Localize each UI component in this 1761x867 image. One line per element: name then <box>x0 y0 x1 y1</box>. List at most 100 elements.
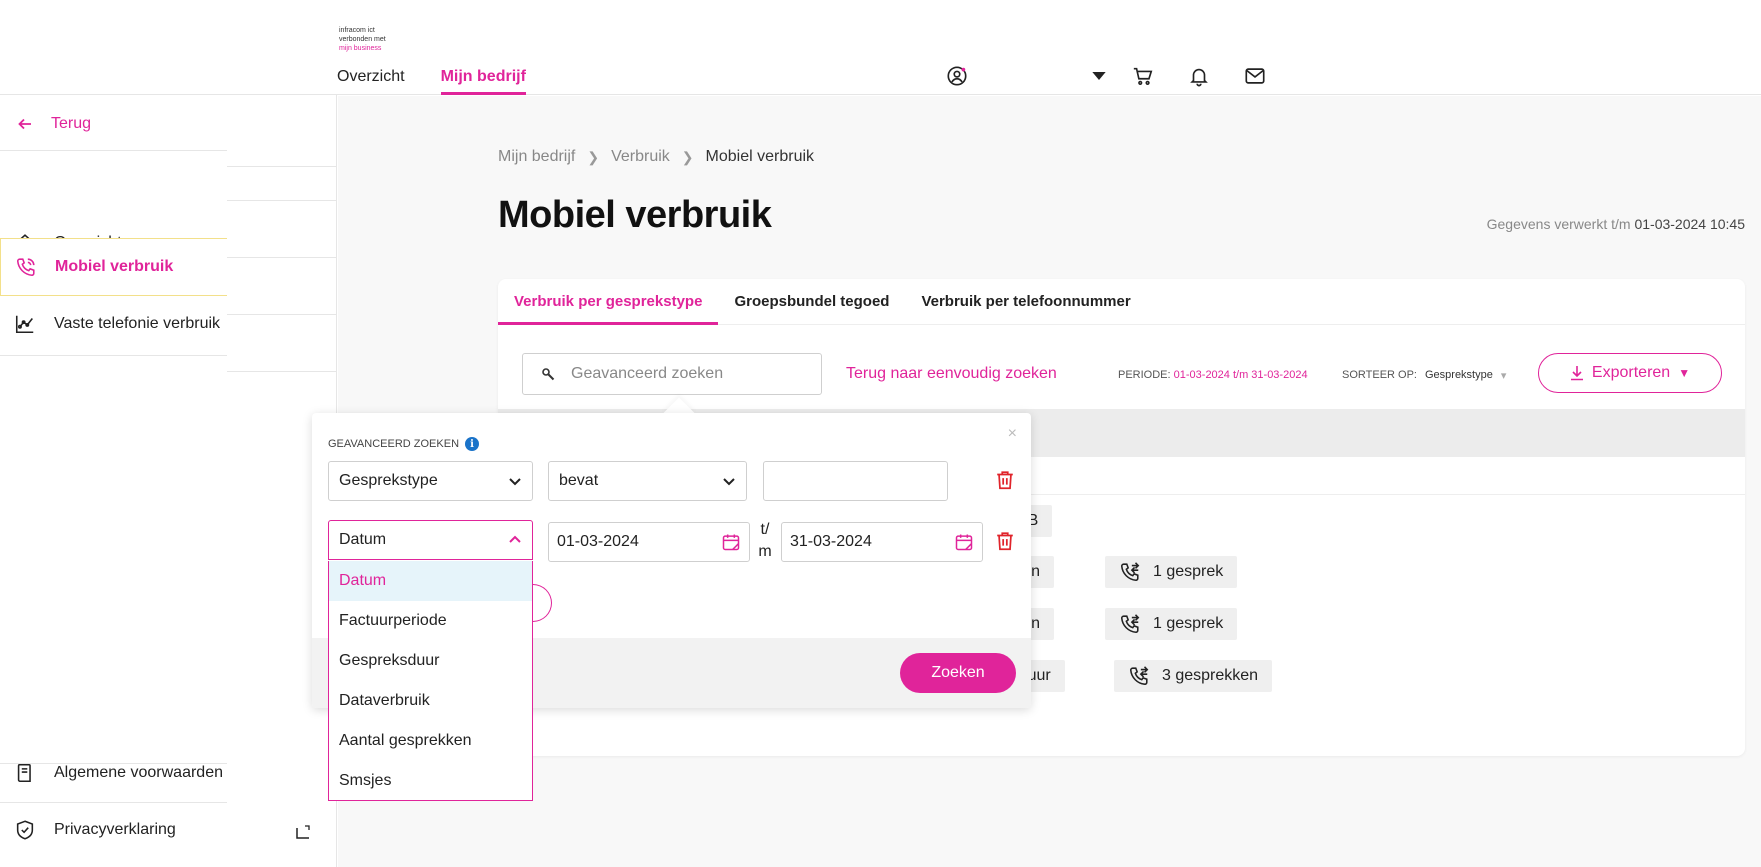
call-transfer-icon <box>1120 614 1140 634</box>
operator-select-value: bevat <box>559 472 599 489</box>
chevron-down-icon <box>723 478 735 486</box>
logo-line: infracom ict <box>339 27 375 34</box>
phone-call-icon <box>16 258 35 277</box>
chevron-down-icon[interactable] <box>1091 64 1107 88</box>
sidebar-item-vaste-telefonie[interactable]: Vaste telefonie verbruik <box>0 296 227 352</box>
user-account-icon[interactable] <box>943 64 971 88</box>
sidebar: Terug Overzicht Mobiel verbruik Vaste te… <box>0 95 337 867</box>
value-input[interactable] <box>763 461 948 501</box>
back-label: Terug <box>51 115 92 132</box>
calls-chip: 3 gesprekken <box>1114 660 1273 692</box>
trash-icon[interactable] <box>994 469 1016 491</box>
logo-line: mijn business <box>339 45 382 52</box>
nav-mijn-bedrijf[interactable]: Mijn bedrijf <box>440 68 526 95</box>
caret-down-icon: ▼ <box>1678 366 1691 380</box>
calls-chip: 1 gesprek <box>1105 608 1238 640</box>
period-label: PERIODE: <box>1118 369 1171 381</box>
divider <box>0 150 227 151</box>
simple-search-link[interactable]: Terug naar eenvoudig zoeken <box>846 365 1057 383</box>
close-icon[interactable]: × <box>1008 425 1017 443</box>
calendar-icon[interactable] <box>954 532 974 552</box>
divider <box>0 802 227 803</box>
chevron-down-icon <box>509 478 521 486</box>
arrow-left-icon <box>18 118 31 130</box>
shield-check-icon <box>16 820 34 840</box>
divider <box>227 257 336 258</box>
book-icon <box>17 763 31 783</box>
sidebar-item-voorwaarden[interactable]: Algemene voorwaarden <box>0 750 227 796</box>
logo[interactable]: infracom ict verbonden met mijn business <box>339 26 386 53</box>
back-link[interactable]: Terug <box>17 115 91 133</box>
field-select-value: Gesprekstype <box>339 472 438 489</box>
tab-groepsbundel-tegoed[interactable]: Groepsbundel tegoed <box>718 279 905 325</box>
calendar-icon[interactable] <box>721 532 741 552</box>
chip-value: 1 gesprek <box>1153 615 1224 632</box>
divider <box>227 166 336 167</box>
trash-icon[interactable] <box>994 530 1016 552</box>
date-to-value: 31-03-2024 <box>790 533 872 550</box>
caret-down-icon: ▾ <box>1500 370 1507 382</box>
period-value: 01-03-2024 t/m 31-03-2024 <box>1173 369 1308 381</box>
field-dropdown-list: Datum Factuurperiode Gespreksduur Datave… <box>328 561 533 801</box>
nav-overzicht[interactable]: Overzicht <box>337 68 415 95</box>
sidebar-item-label: Vaste telefonie verbruik <box>54 315 221 332</box>
tab-verbruik-per-telefoonnummer[interactable]: Verbruik per telefoonnummer <box>905 279 1146 325</box>
chip-value: 3 gesprekken <box>1162 667 1259 684</box>
call-transfer-icon <box>1129 666 1149 686</box>
popup-title-label: GEAVANCEERD ZOEKEN <box>328 438 460 450</box>
breadcrumb-verbruik[interactable]: Verbruik <box>611 148 670 166</box>
sidebar-item-mobiel-verbruik[interactable]: Mobiel verbruik <box>0 238 227 296</box>
date-from-input[interactable]: 01-03-2024 <box>548 522 750 562</box>
sort-value: Gesprekstype <box>1424 369 1493 381</box>
date-from-value: 01-03-2024 <box>557 533 639 550</box>
date-range-separator: t/ m <box>758 521 772 560</box>
divider <box>227 371 336 372</box>
chevron-right-icon: ❯ <box>681 148 694 165</box>
processed-label: Gegevens verwerkt t/m <box>1486 216 1631 232</box>
operator-select[interactable]: bevat <box>548 461 747 501</box>
call-transfer-icon <box>1120 562 1140 582</box>
dropdown-option-factuurperiode[interactable]: Factuurperiode <box>329 601 532 641</box>
account-name[interactable] <box>971 64 1091 88</box>
dropdown-option-smsjes[interactable]: Smsjes <box>329 761 532 801</box>
field-select[interactable]: Gesprekstype <box>328 461 533 501</box>
divider <box>0 355 227 356</box>
processed-info: Gegevens verwerkt t/m 01-03-2024 10:45 <box>1487 216 1745 232</box>
search-button[interactable]: Zoeken <box>900 653 1016 693</box>
chevron-right-icon: ❯ <box>587 148 600 165</box>
header-icons <box>943 64 1269 88</box>
search-icon <box>542 368 555 381</box>
sidebar-item-label: Privacyverklaring <box>54 821 176 838</box>
collapse-icon[interactable] <box>296 825 310 839</box>
calls-chip: 1 gesprek <box>1105 556 1238 588</box>
top-header: infracom ict verbonden met mijn business… <box>0 0 1761 95</box>
chip-value: 1 gesprek <box>1153 563 1224 580</box>
sort-select[interactable]: SORTEER OP: Gesprekstype ▾ <box>1342 369 1506 382</box>
field-select-value: Datum <box>339 531 387 548</box>
sidebar-item-privacy[interactable]: Privacyverklaring <box>0 807 227 853</box>
cart-icon[interactable] <box>1129 64 1157 88</box>
mail-icon[interactable] <box>1241 64 1269 88</box>
export-button[interactable]: Exporteren ▼ <box>1538 353 1722 393</box>
breadcrumb-mijn-bedrijf[interactable]: Mijn bedrijf <box>498 148 575 166</box>
period-filter[interactable]: PERIODE: 01-03-2024 t/m 31-03-2024 <box>1118 369 1308 381</box>
bell-icon[interactable] <box>1185 64 1213 88</box>
date-to-input[interactable]: 31-03-2024 <box>781 522 983 562</box>
export-label: Exporteren <box>1591 364 1671 381</box>
divider <box>227 200 336 201</box>
dropdown-option-datum[interactable]: Datum <box>329 561 532 601</box>
field-select-open[interactable]: Datum <box>328 520 533 560</box>
popup-title: GEAVANCEERD ZOEKEN i <box>328 437 480 451</box>
download-icon <box>1570 366 1583 381</box>
tab-verbruik-per-gesprekstype[interactable]: Verbruik per gesprekstype <box>498 279 719 325</box>
processed-value: 01-03-2024 10:45 <box>1634 216 1745 232</box>
logo-line: verbonden met <box>339 36 386 43</box>
sidebar-item-label: Mobiel verbruik <box>55 258 174 275</box>
dropdown-option-dataverbruik[interactable]: Dataverbruik <box>329 681 532 721</box>
advanced-search-input[interactable]: Geavanceerd zoeken <box>522 353 822 395</box>
dropdown-option-gespreksduur[interactable]: Gespreksduur <box>329 641 532 681</box>
tabs: Verbruik per gesprekstype Groepsbundel t… <box>498 279 1745 325</box>
dropdown-option-aantal-gesprekken[interactable]: Aantal gesprekken <box>329 721 532 761</box>
sort-label: SORTEER OP: <box>1342 369 1417 381</box>
info-icon[interactable]: i <box>465 437 480 451</box>
